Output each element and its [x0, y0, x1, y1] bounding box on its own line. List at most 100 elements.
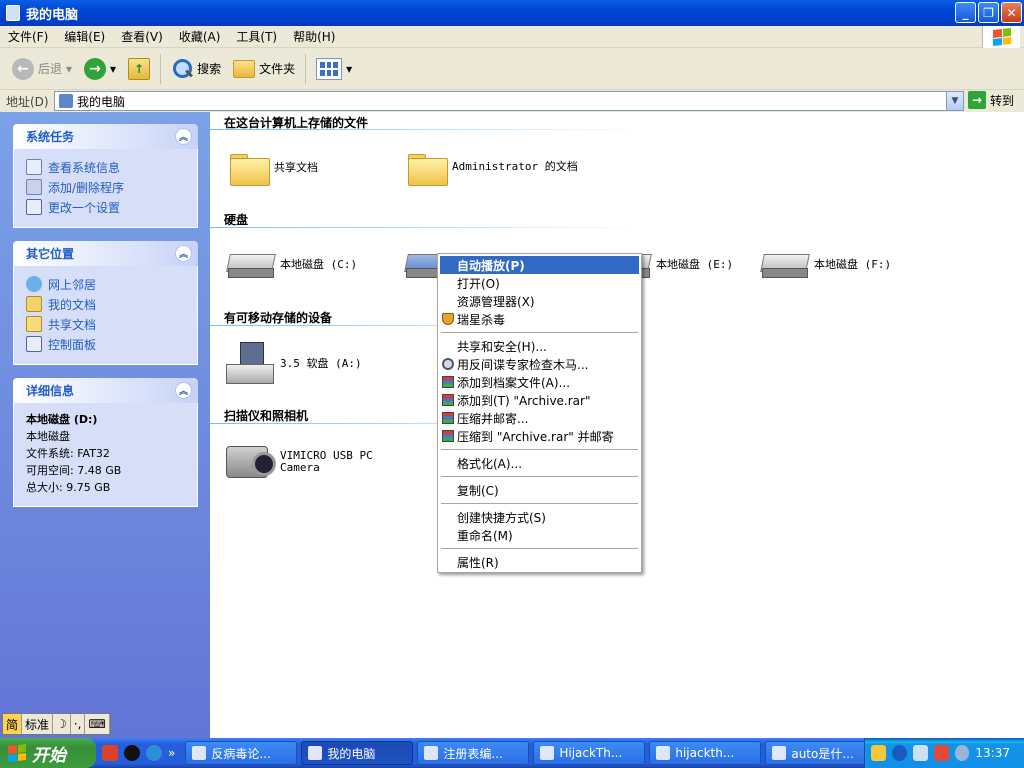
search-button[interactable]: 搜索 [165, 53, 227, 85]
browser-icon[interactable] [146, 745, 162, 761]
address-dropdown-icon[interactable]: ▼ [946, 92, 963, 110]
context-menu: 自动播放(P) 打开(O) 资源管理器(X) 瑞星杀毒 共享和安全(H)... … [437, 253, 642, 573]
tray-collapse-icon[interactable] [891, 745, 907, 761]
item-label: 本地磁盘 (E:) [656, 258, 734, 271]
forward-button[interactable]: → ▾ [78, 53, 122, 85]
menu-compress-to-rar-email[interactable]: 压缩到 "Archive.rar" 并邮寄 [440, 427, 639, 445]
place-label: 控制面板 [48, 337, 97, 352]
taskbar: 开始 » 反病毒论... 我的电脑 注册表编... HijackTh... hi… [0, 738, 1024, 768]
item-label: 本地磁盘 (C:) [280, 258, 358, 271]
item-admin-documents[interactable]: Administrator 的文档 [408, 150, 578, 186]
taskbar-button-my-computer[interactable]: 我的电脑 [301, 741, 414, 765]
back-dropdown-icon[interactable]: ▾ [66, 62, 72, 76]
folders-label: 文件夹 [259, 62, 296, 76]
ime-status-bar[interactable]: 简 标准 ☽ ·, ⌨ [2, 713, 111, 735]
task-change-setting[interactable]: 更改一个设置 [26, 197, 187, 217]
menu-open[interactable]: 打开(O) [440, 274, 639, 292]
hard-drive-icon [760, 250, 808, 278]
system-info-icon [26, 159, 42, 175]
details-header[interactable]: 详细信息 ︽ [13, 378, 198, 403]
place-my-documents[interactable]: 我的文档 [26, 294, 187, 314]
item-shared-documents[interactable]: 共享文档 [230, 150, 318, 186]
menu-create-shortcut[interactable]: 创建快捷方式(S) [440, 508, 639, 526]
go-button[interactable]: → 转到 [968, 91, 1014, 109]
menu-favorites[interactable]: 收藏(A) [171, 28, 229, 45]
menu-rising-antivirus[interactable]: 瑞星杀毒 [440, 310, 639, 328]
ime-mode[interactable]: 标准 [22, 714, 54, 734]
start-label: 开始 [32, 745, 66, 766]
network-icon [26, 276, 42, 292]
views-dropdown-icon[interactable]: ▾ [346, 62, 352, 76]
menu-rename[interactable]: 重命名(M) [440, 526, 639, 544]
ime-logo-icon[interactable]: 简 [3, 714, 23, 734]
tray-app-icon[interactable] [871, 745, 886, 761]
menu-autoplay[interactable]: 自动播放(P) [440, 256, 639, 274]
volume-icon[interactable] [954, 745, 970, 761]
taskbar-button-antivirus-forum[interactable]: 反病毒论... [185, 741, 298, 765]
start-button[interactable]: 开始 [0, 738, 96, 768]
taskbar-button-auto[interactable]: auto是什... [765, 741, 878, 765]
my-computer-icon [6, 5, 20, 21]
menu-copy[interactable]: 复制(C) [440, 481, 639, 499]
menu-trojan-check[interactable]: 用反间谍专家检查木马... [440, 355, 639, 373]
menu-compress-email[interactable]: 压缩并邮寄... [440, 409, 639, 427]
system-tasks-header[interactable]: 系统任务 ︽ [13, 124, 198, 149]
menu-add-to-archive-rar[interactable]: 添加到(T) "Archive.rar" [440, 391, 639, 409]
place-shared-documents[interactable]: 共享文档 [26, 314, 187, 334]
forward-dropdown-icon[interactable]: ▾ [110, 62, 116, 76]
forward-arrow-icon: → [84, 57, 107, 80]
menu-format[interactable]: 格式化(A)... [440, 454, 639, 472]
views-button[interactable]: ▾ [310, 53, 358, 85]
place-network[interactable]: 网上邻居 [26, 274, 187, 294]
quicklaunch-more-icon[interactable]: » [168, 746, 175, 760]
half-width-moon-icon[interactable]: ☽ [53, 714, 71, 734]
menu-file[interactable]: 文件(F) [0, 28, 56, 45]
qq-penguin-icon[interactable] [124, 745, 140, 761]
menu-edit[interactable]: 编辑(E) [56, 28, 113, 45]
close-button[interactable]: ✕ [1001, 2, 1022, 23]
item-floppy-a[interactable]: 3.5 软盘 (A:) [226, 342, 362, 384]
collapse-chevron-icon[interactable]: ︽ [175, 128, 192, 145]
place-control-panel[interactable]: 控制面板 [26, 334, 187, 354]
item-drive-c[interactable]: 本地磁盘 (C:) [226, 250, 357, 278]
task-label: 添加/删除程序 [48, 180, 125, 195]
windows-flag-icon [8, 744, 26, 762]
taskbar-button-hijackthis-log[interactable]: hijackth... [649, 741, 762, 765]
menu-explore[interactable]: 资源管理器(X) [440, 292, 639, 310]
item-usb-camera[interactable]: VIMICRO USB PC Camera [226, 442, 396, 482]
punctuation-icon[interactable]: ·, [71, 714, 86, 734]
maximize-button[interactable]: ❐ [978, 2, 999, 23]
task-add-remove-programs[interactable]: 添加/删除程序 [26, 177, 187, 197]
rising-tray-icon[interactable] [933, 745, 949, 761]
clock[interactable]: 13:37 [975, 746, 1024, 760]
item-drive-f[interactable]: 本地磁盘 (F:) [760, 250, 891, 278]
folders-button[interactable]: 文件夹 [227, 53, 301, 85]
toolbar-separator [160, 53, 162, 84]
taskbar-button-regedit[interactable]: 注册表编... [417, 741, 530, 765]
other-places-header[interactable]: 其它位置 ︽ [13, 241, 198, 266]
collapse-chevron-icon[interactable]: ︽ [175, 382, 192, 399]
back-button[interactable]: ← 后退 ▾ [6, 53, 78, 85]
quicklaunch-app-icon[interactable] [102, 745, 118, 761]
minimize-button[interactable]: _ [955, 2, 976, 23]
menu-tools[interactable]: 工具(T) [228, 28, 285, 45]
menu-properties[interactable]: 属性(R) [440, 553, 639, 571]
ie-icon [772, 746, 787, 760]
up-button[interactable]: ↑ [122, 53, 156, 85]
soft-keyboard-icon[interactable]: ⌨ [85, 714, 110, 734]
hard-drive-icon [226, 250, 274, 278]
task-view-system-info[interactable]: 查看系统信息 [26, 157, 187, 177]
menu-sharing-security[interactable]: 共享和安全(H)... [440, 337, 639, 355]
menu-bar: 文件(F) 编辑(E) 查看(V) 收藏(A) 工具(T) 帮助(H) [0, 26, 1024, 48]
taskbar-button-label: 注册表编... [443, 746, 503, 761]
folder-up-icon: ↑ [128, 57, 151, 80]
menu-add-to-archive[interactable]: 添加到档案文件(A)... [440, 373, 639, 391]
collapse-chevron-icon[interactable]: ︽ [175, 245, 192, 262]
menu-help[interactable]: 帮助(H) [285, 28, 343, 45]
taskbar-button-hijackthis[interactable]: HijackTh... [533, 741, 646, 765]
folder-icon [408, 150, 448, 186]
address-field[interactable]: 我的电脑 ▼ [54, 91, 964, 111]
menu-view[interactable]: 查看(V) [113, 28, 171, 45]
network-icon[interactable] [912, 745, 928, 761]
windows-logo-icon [982, 26, 1020, 48]
